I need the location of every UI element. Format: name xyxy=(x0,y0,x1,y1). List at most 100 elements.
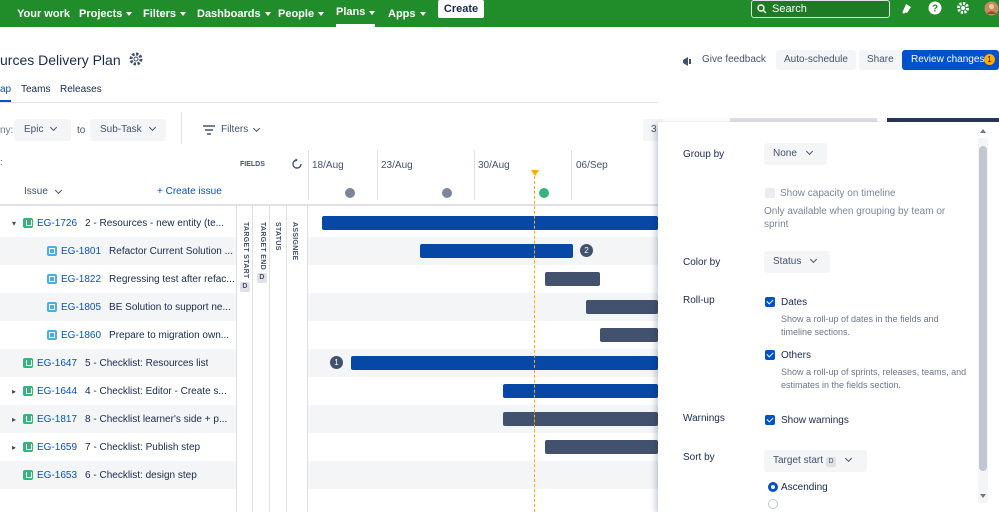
sort-ascending-radio[interactable] xyxy=(768,482,778,492)
show-warnings-checkbox[interactable] xyxy=(765,415,775,425)
nav-filters[interactable]: Filters xyxy=(143,0,187,27)
share-button[interactable]: Share xyxy=(859,50,902,70)
tab-roadmap[interactable]: ap xyxy=(0,84,12,102)
review-count-badge: 1 xyxy=(984,54,995,65)
issue-row[interactable]: EG-1822 Regressing test after refac... xyxy=(0,265,236,293)
help-icon[interactable]: ? xyxy=(927,0,942,16)
issue-key-link[interactable]: EG-1644 xyxy=(37,386,77,397)
issue-row[interactable]: EG-1860 Prepare to migration own... xyxy=(0,321,236,349)
group-by-select[interactable]: None xyxy=(764,143,827,165)
plan-settings-gear-icon[interactable] xyxy=(128,51,144,72)
schedule-bar[interactable] xyxy=(600,328,658,342)
issue-key-link[interactable]: EG-1726 xyxy=(37,218,77,229)
schedule-bar[interactable] xyxy=(586,300,658,314)
issue-key-link[interactable]: EG-1653 xyxy=(37,470,77,481)
chevron-down-icon xyxy=(419,12,426,16)
chevron-down-icon[interactable]: ▾ xyxy=(9,219,19,228)
chevron-right-icon[interactable]: ▸ xyxy=(9,387,19,396)
schedule-bar[interactable] xyxy=(351,356,658,370)
date-label: 30/Aug xyxy=(478,160,510,171)
issue-row[interactable]: EG-1801 Refactor Current Solution ... xyxy=(0,237,236,265)
issue-title: 7 - Checklist: Publish step xyxy=(85,441,201,453)
issue-column-header[interactable]: Issue xyxy=(24,186,62,197)
nav-dashboards[interactable]: Dashboards xyxy=(197,0,271,27)
issue-key-link[interactable]: EG-1801 xyxy=(61,246,101,257)
schedule-bar[interactable] xyxy=(420,244,573,258)
subtask-icon xyxy=(47,246,57,256)
field-assignee[interactable]: ASSIGNEE xyxy=(291,222,298,261)
give-feedback-button[interactable]: Give feedback xyxy=(694,50,774,70)
tab-releases[interactable]: Releases xyxy=(60,84,102,95)
today-marker-icon xyxy=(531,170,539,176)
hierarchy-from-select[interactable]: Epic xyxy=(14,119,71,141)
issue-row[interactable]: ▸ EG-1659 7 - Checklist: Publish step xyxy=(0,433,236,461)
epic-icon xyxy=(23,414,33,424)
rollup-others-checkbox[interactable] xyxy=(765,350,775,360)
nav-people[interactable]: People xyxy=(278,0,325,27)
chevron-down-icon xyxy=(50,123,58,132)
tabs-divider xyxy=(0,102,658,103)
issue-key-link[interactable]: EG-1822 xyxy=(61,274,101,285)
tab-teams[interactable]: Teams xyxy=(21,84,50,95)
timeline-row xyxy=(308,265,658,293)
settings-gear-icon[interactable] xyxy=(955,0,970,16)
filters-button[interactable]: Filters xyxy=(203,124,261,135)
reset-icon[interactable] xyxy=(291,157,303,175)
search-input[interactable]: Search xyxy=(751,0,890,18)
create-issue-button[interactable]: + Create issue xyxy=(157,186,222,197)
create-button[interactable]: Create xyxy=(438,0,484,18)
chevron-down-icon xyxy=(148,123,156,132)
schedule-bar[interactable] xyxy=(545,272,600,286)
milestone-check-icon[interactable] xyxy=(345,188,355,198)
field-status[interactable]: STATUS xyxy=(274,222,281,251)
dependency-count-badge[interactable]: 1 xyxy=(330,356,343,369)
rollup-dates-checkbox[interactable] xyxy=(765,297,775,307)
popup-scroll-thumb[interactable] xyxy=(979,146,987,471)
warnings-label: Warnings xyxy=(683,413,725,424)
sort-descending-radio[interactable] xyxy=(768,499,778,509)
capacity-help: Only available when grouping by team or … xyxy=(764,206,946,230)
schedule-bar[interactable] xyxy=(503,412,658,426)
issue-row[interactable]: ▾ EG-1726 2 - Resources - new entity (te..… xyxy=(0,209,236,237)
subtask-icon xyxy=(47,274,57,284)
chevron-right-icon[interactable]: ▸ xyxy=(9,415,19,424)
notifications-icon[interactable] xyxy=(899,0,913,16)
issue-key-link[interactable]: EG-1659 xyxy=(37,442,77,453)
milestone-current-icon[interactable] xyxy=(539,188,549,198)
issue-key-link[interactable]: EG-1805 xyxy=(61,302,101,313)
field-target-start[interactable]: TARGET STARTD xyxy=(240,222,250,292)
epic-icon xyxy=(23,470,33,480)
auto-schedule-button[interactable]: Auto-schedule xyxy=(776,50,856,70)
hierarchy-to-select[interactable]: Sub-Task xyxy=(90,119,166,141)
issue-row[interactable]: EG-1647 5 - Checklist: Resources list xyxy=(0,349,236,377)
issue-row[interactable]: ▸ EG-1817 8 - Checklist learner's side + p… xyxy=(0,405,236,433)
issue-title: Refactor Current Solution ... xyxy=(109,245,233,257)
dependency-count-badge[interactable]: 2 xyxy=(580,244,593,257)
nav-apps[interactable]: Apps xyxy=(388,0,426,27)
nav-plans[interactable]: Plans xyxy=(336,0,376,27)
nav-your-work[interactable]: Your work xyxy=(17,0,70,27)
milestone-check-icon[interactable] xyxy=(442,188,452,198)
issue-row[interactable]: ▸ EG-1644 4 - Checklist: Editor - Create s… xyxy=(0,377,236,405)
sort-by-select[interactable]: Target start D xyxy=(764,450,867,472)
schedule-bar[interactable] xyxy=(503,384,658,398)
scroll-up-icon[interactable] xyxy=(980,129,986,133)
color-by-select[interactable]: Status xyxy=(764,251,830,273)
date-tick xyxy=(474,150,475,200)
nav-projects[interactable]: Projects xyxy=(79,0,133,27)
column-header-tick: : xyxy=(0,157,3,167)
issue-key-link[interactable]: EG-1860 xyxy=(61,330,101,341)
chevron-right-icon[interactable]: ▸ xyxy=(9,443,19,452)
schedule-bar[interactable] xyxy=(545,440,658,454)
field-target-end[interactable]: TARGET ENDD xyxy=(257,222,267,283)
issue-key-link[interactable]: EG-1647 xyxy=(37,358,77,369)
issue-row[interactable]: EG-1653 6 - Checklist: design step xyxy=(0,461,236,489)
schedule-bar[interactable] xyxy=(322,216,658,230)
issue-row[interactable]: EG-1805 BE Solution to support ne... xyxy=(0,293,236,321)
chevron-down-icon xyxy=(369,10,376,15)
avatar[interactable] xyxy=(984,0,999,16)
scroll-down-icon[interactable] xyxy=(980,494,986,498)
capacity-checkbox xyxy=(765,188,775,198)
issue-title: 5 - Checklist: Resources list xyxy=(85,357,209,369)
issue-key-link[interactable]: EG-1817 xyxy=(37,414,77,425)
